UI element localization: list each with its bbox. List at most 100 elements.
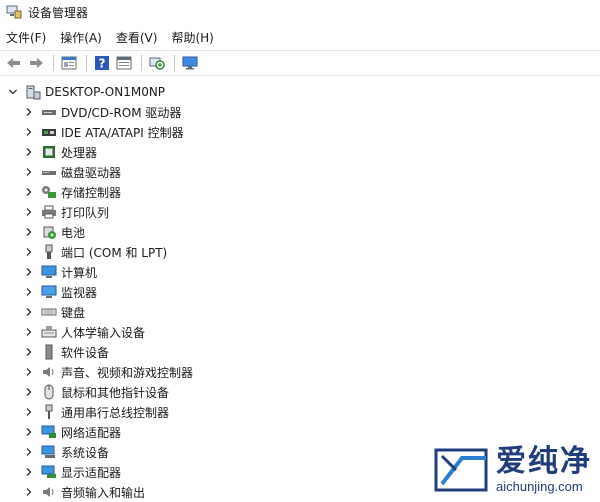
tree-item-computer[interactable]: 计算机 [0,262,600,282]
tree-item-hid[interactable]: 人体学输入设备 [0,322,600,342]
sound-icon [40,364,58,380]
tree-item-label: 计算机 [61,265,98,280]
tree-item-label: 鼠标和其他指针设备 [61,385,170,400]
chevron-right-icon[interactable] [22,307,36,317]
chevron-right-icon[interactable] [22,447,36,457]
chevron-right-icon[interactable] [22,247,36,257]
watermark: 爱纯净 aichunjing.com [432,445,592,494]
tree-item-sound[interactable]: 声音、视频和游戏控制器 [0,362,600,382]
properties-icon[interactable] [59,54,79,72]
device-manager-app-icon [6,5,22,19]
menu-view[interactable]: 查看(V) [116,29,158,46]
chevron-right-icon[interactable] [22,147,36,157]
tree-item-mouse[interactable]: 鼠标和其他指针设备 [0,382,600,402]
tree-item-label: 系统设备 [61,445,110,460]
tree-item-label: 打印队列 [61,205,110,220]
tree-item-label: 存储控制器 [61,185,122,200]
toolbar-separator [86,55,87,71]
toolbar-separator [141,55,142,71]
chevron-right-icon[interactable] [22,207,36,217]
chevron-right-icon[interactable] [22,367,36,377]
chevron-right-icon[interactable] [22,387,36,397]
chevron-right-icon[interactable] [22,107,36,117]
display-adapter-icon [40,464,58,480]
tree-item-label: 键盘 [61,305,86,320]
view-icon[interactable] [114,54,134,72]
watermark-text: 爱纯净 aichunjing.com [496,445,592,495]
system-device-icon [40,444,58,460]
tree-item-network-adapter[interactable]: 网络适配器 [0,422,600,442]
back-icon[interactable] [4,54,24,72]
monitor-icon[interactable] [180,54,200,72]
tree-item-monitor[interactable]: 监视器 [0,282,600,302]
tree-item-processor[interactable]: 处理器 [0,142,600,162]
storage-controller-icon [40,184,58,200]
tree-item-label: IDE ATA/ATAPI 控制器 [61,125,184,140]
computer-icon [40,264,58,280]
keyboard-icon [40,304,58,320]
tree-item-storage-controller[interactable]: 存储控制器 [0,182,600,202]
tree-item-port[interactable]: 端口 (COM 和 LPT) [0,242,600,262]
toolbar: ? [0,50,600,76]
hid-icon [40,324,58,340]
tree-item-label: 处理器 [61,145,98,160]
watermark-logo-icon [432,446,490,494]
tree-item-label: 显示适配器 [61,465,122,480]
svg-text:?: ? [99,57,106,71]
chevron-right-icon[interactable] [22,427,36,437]
chevron-right-icon[interactable] [22,347,36,357]
tree-item-software-device[interactable]: 软件设备 [0,342,600,362]
chevron-down-icon[interactable] [6,87,20,97]
tree-item-label: 声音、视频和游戏控制器 [61,365,194,380]
chevron-right-icon[interactable] [22,167,36,177]
menu-file[interactable]: 文件(F) [6,29,46,46]
print-queue-icon [40,204,58,220]
ide-controller-icon [40,124,58,140]
scan-hardware-icon[interactable] [147,54,167,72]
processor-icon [40,144,58,160]
tree-item-label: 人体学输入设备 [61,325,146,340]
forward-icon[interactable] [26,54,46,72]
port-icon [40,244,58,260]
chevron-right-icon[interactable] [22,127,36,137]
window-title: 设备管理器 [28,5,89,20]
dvd-drive-icon [40,104,58,120]
monitor-device-icon [40,284,58,300]
chevron-right-icon[interactable] [22,187,36,197]
chevron-right-icon[interactable] [22,327,36,337]
tree-item-label: 磁盘驱动器 [61,165,122,180]
watermark-url: aichunjing.com [496,479,583,494]
help-icon[interactable]: ? [92,54,112,72]
chevron-right-icon[interactable] [22,467,36,477]
tree-item-disk-drive[interactable]: 磁盘驱动器 [0,162,600,182]
tree-item-keyboard[interactable]: 键盘 [0,302,600,322]
menu-help[interactable]: 帮助(H) [171,29,213,46]
tree-item-print-queue[interactable]: 打印队列 [0,202,600,222]
tree-root[interactable]: DESKTOP-ON1M0NP [0,82,600,102]
chevron-right-icon[interactable] [22,227,36,237]
mouse-icon [40,384,58,400]
tree-item-label: 电池 [61,225,86,240]
tree-item-usb[interactable]: 通用串行总线控制器 [0,402,600,422]
toolbar-separator [53,55,54,71]
menu-action[interactable]: 操作(A) [60,29,102,46]
tree-item-label: 端口 (COM 和 LPT) [61,245,168,260]
tree-item-label: 网络适配器 [61,425,122,440]
tree-item-label: 软件设备 [61,345,110,360]
menu-bar: 文件(F) 操作(A) 查看(V) 帮助(H) [0,24,600,50]
computer-root-icon [24,84,42,100]
software-device-icon [40,344,58,360]
tree-item-battery[interactable]: 电池 [0,222,600,242]
chevron-right-icon[interactable] [22,267,36,277]
chevron-right-icon[interactable] [22,487,36,497]
usb-icon [40,404,58,420]
tree-item-ide-controller[interactable]: IDE ATA/ATAPI 控制器 [0,122,600,142]
tree-item-dvd-drive[interactable]: DVD/CD-ROM 驱动器 [0,102,600,122]
network-adapter-icon [40,424,58,440]
disk-drive-icon [40,164,58,180]
device-tree: DESKTOP-ON1M0NP DVD/CD-ROM 驱动器 IDE ATA/A… [0,76,600,502]
chevron-right-icon[interactable] [22,287,36,297]
chevron-right-icon[interactable] [22,407,36,417]
root-label: DESKTOP-ON1M0NP [45,85,166,99]
tree-item-label: 通用串行总线控制器 [61,405,170,420]
